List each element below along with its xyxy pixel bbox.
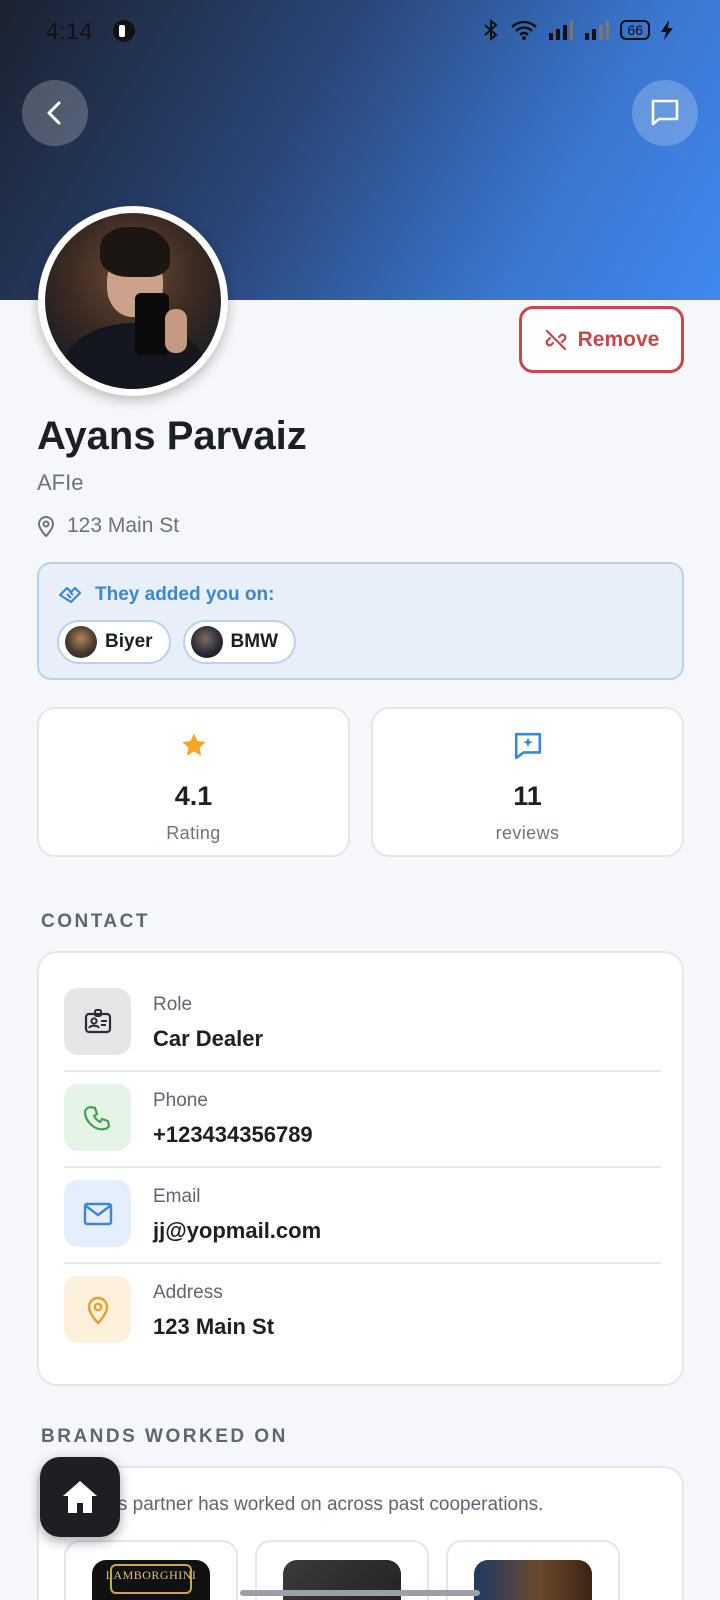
chevron-left-icon (47, 101, 61, 125)
id-badge-icon (64, 988, 131, 1055)
reviews-value: 11 (513, 781, 542, 811)
profile-name: Ayans Parvaiz (37, 414, 307, 458)
chip-bmw[interactable]: BMW (182, 620, 297, 664)
brands-section-title: BRANDS WORKED ON (41, 1426, 288, 1447)
star-icon (181, 733, 206, 756)
phone-value: +123434356789 (153, 1122, 313, 1147)
message-button[interactable] (632, 80, 698, 146)
bluetooth-icon (484, 18, 498, 42)
reviews-stat-card[interactable]: 11 reviews (371, 707, 684, 857)
chip-avatar (65, 626, 97, 658)
chat-icon (651, 99, 679, 126)
chip-biyer[interactable]: Biyer (57, 620, 171, 664)
rating-stat-card[interactable]: 4.1 Rating (37, 707, 350, 857)
role-value: Car Dealer (153, 1026, 264, 1051)
avatar-photo (45, 213, 221, 389)
battery-icon: 66 (620, 20, 650, 40)
remove-label: Remove (577, 327, 660, 351)
handshake-icon (58, 586, 82, 604)
brand-logo-text: LAMBORGHINI (105, 1568, 197, 1582)
contact-row-address[interactable]: Address 123 Main St (64, 1262, 661, 1360)
contact-row-role: Role Car Dealer (64, 974, 661, 1072)
brand-tile-lamborghini[interactable]: LAMBORGHINI (64, 1540, 238, 1600)
notification-icon (113, 20, 135, 42)
brands-card: s this partner has worked on across past… (37, 1466, 684, 1600)
status-time: 4:14 (46, 18, 93, 44)
rating-label: Rating (166, 823, 221, 843)
back-button[interactable] (22, 80, 88, 146)
rating-value: 4.1 (174, 781, 213, 811)
gesture-bar[interactable] (240, 1590, 480, 1596)
status-icons: 66 (482, 18, 674, 42)
mail-icon (64, 1180, 131, 1247)
remove-button[interactable]: Remove (519, 306, 684, 373)
email-value: jj@yopmail.com (153, 1218, 322, 1243)
added-on-text: They added you on: (95, 584, 275, 605)
brand-logo-image (474, 1560, 592, 1600)
wifi-icon (511, 20, 538, 40)
pin-icon (64, 1276, 131, 1343)
status-bar: 4:14 66 (0, 0, 720, 64)
chip-avatar (190, 626, 223, 658)
phone-label: Phone (153, 1090, 208, 1111)
lamborghini-logo: LAMBORGHINI (92, 1560, 210, 1600)
review-icon (514, 732, 541, 760)
address-value: 123 Main St (153, 1314, 275, 1339)
brands-description: s this partner has worked on across past… (83, 1494, 544, 1515)
contact-card: Role Car Dealer Phone +123434356789 Emai… (37, 951, 684, 1386)
email-label: Email (153, 1186, 201, 1207)
home-button[interactable] (40, 1457, 120, 1537)
location-text: 123 Main St (67, 514, 180, 537)
location-pin-icon (37, 516, 55, 537)
profile-subtitle: AFIe (37, 470, 84, 495)
added-on-card: They added you on: Biyer BMW (37, 562, 684, 680)
unlink-icon (545, 329, 567, 350)
added-on-chips: Biyer BMW (57, 620, 297, 664)
signal-icon (549, 21, 574, 40)
charging-icon (661, 20, 673, 40)
phone-icon (64, 1084, 131, 1151)
profile-location: 123 Main St (37, 514, 179, 538)
profile-avatar (38, 206, 228, 396)
signal-icon-2 (585, 21, 610, 40)
added-on-heading: They added you on: (57, 582, 274, 608)
address-label: Address (153, 1282, 223, 1303)
chip-label: Biyer (105, 631, 153, 652)
contact-section-title: CONTACT (41, 911, 150, 932)
home-icon (63, 1481, 97, 1513)
role-label: Role (153, 994, 193, 1015)
contact-row-phone[interactable]: Phone +123434356789 (64, 1070, 661, 1168)
chip-label: BMW (230, 631, 279, 652)
reviews-label: reviews (495, 823, 560, 843)
contact-row-email[interactable]: Email jj@yopmail.com (64, 1166, 661, 1264)
